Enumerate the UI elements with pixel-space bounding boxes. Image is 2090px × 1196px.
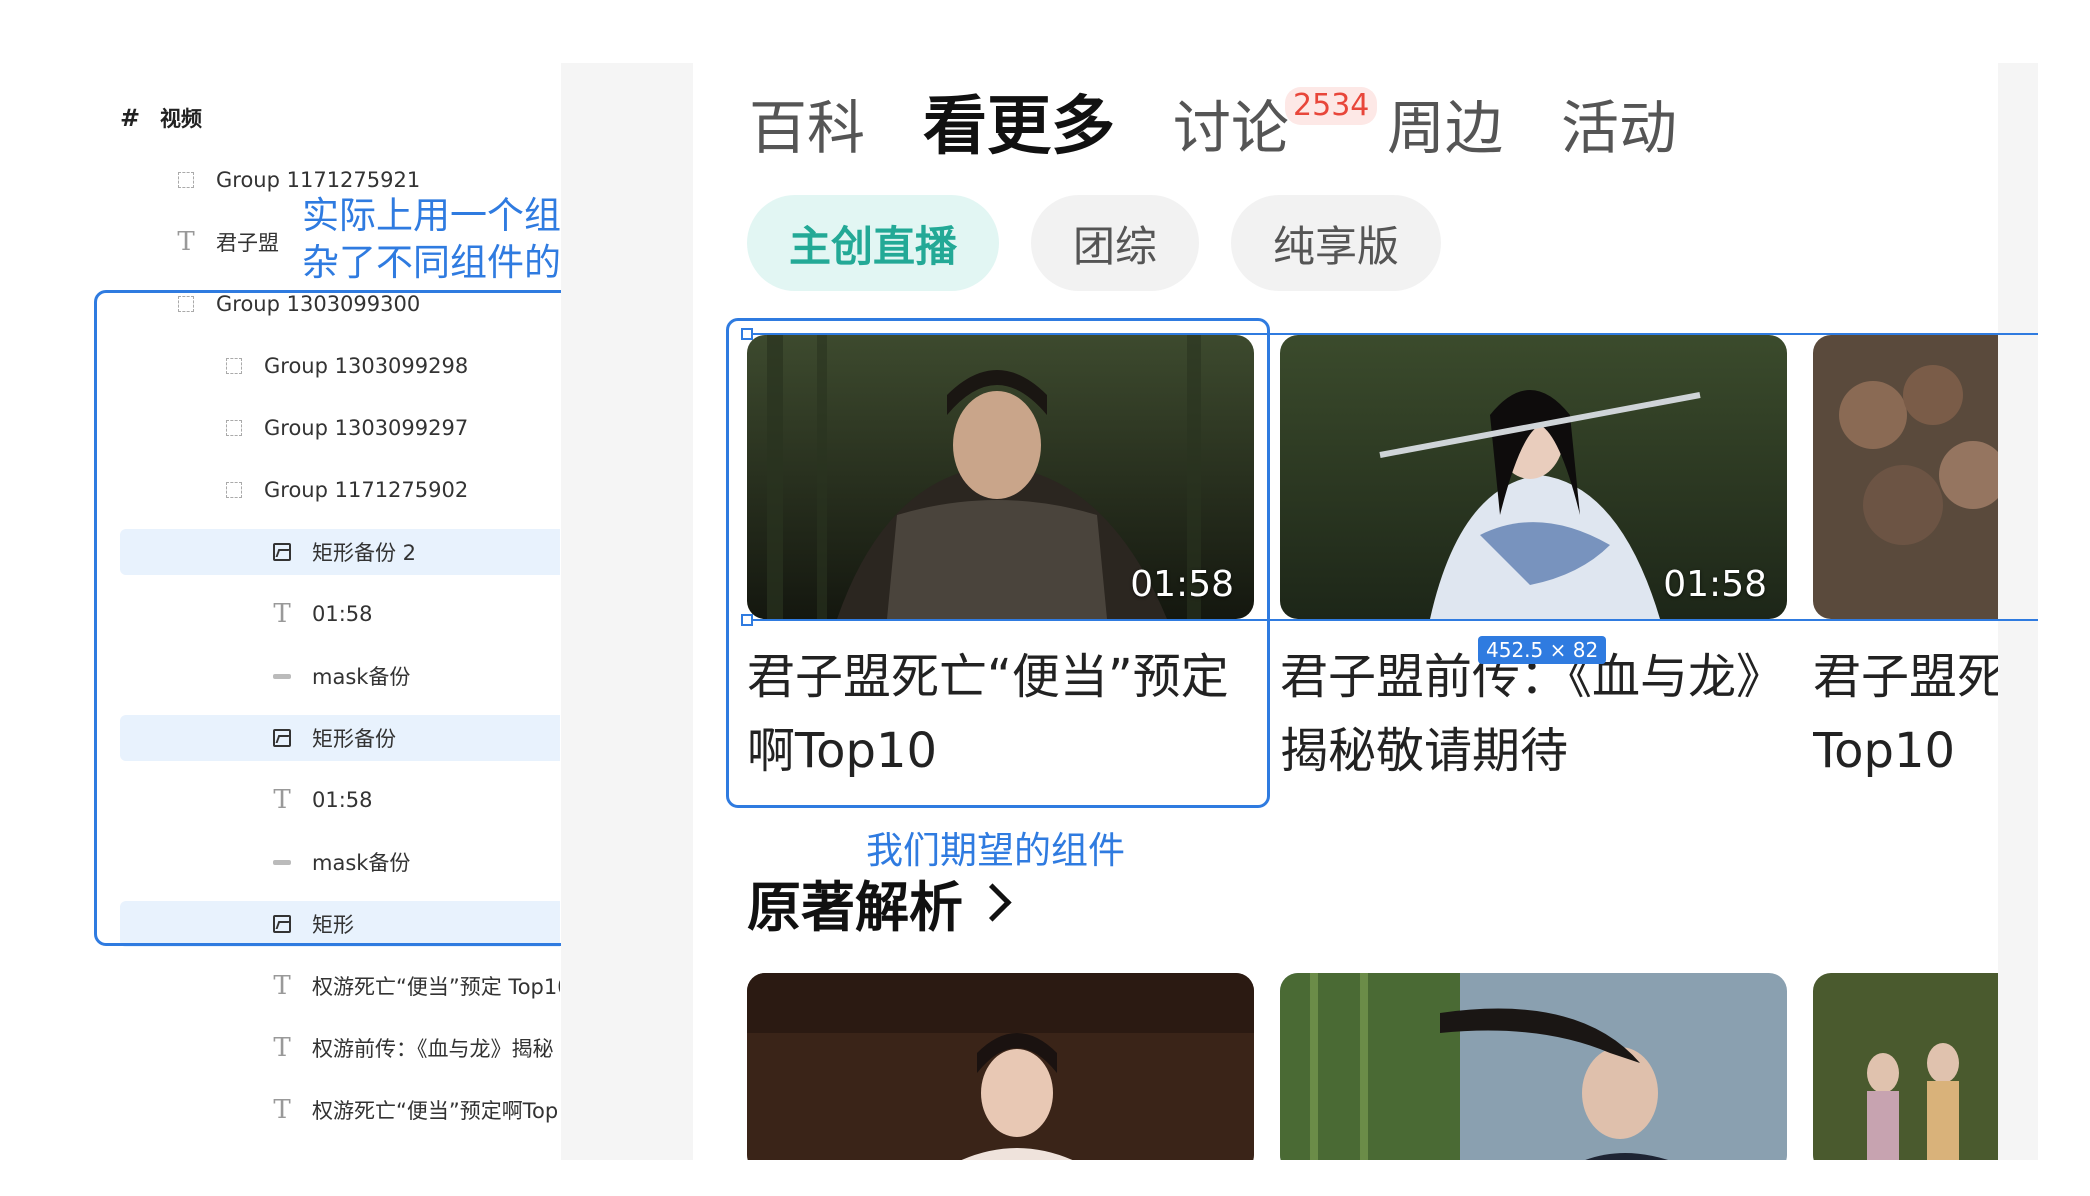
text-icon: T [273, 971, 291, 1001]
top-tabs: 百科 看更多 讨论 2534 周边 活动 [749, 75, 1735, 167]
chip-live[interactable]: 主创直播 [747, 195, 1000, 291]
tab-label: 百科 [749, 94, 866, 162]
layer-label: 权游死亡“便当”预定 Top10 [312, 975, 560, 999]
section-title-original-analysis[interactable]: 原著解析 [747, 863, 1012, 942]
chip-variety[interactable]: 团综 [1031, 195, 1200, 291]
count-badge: 2534 [1285, 87, 1378, 125]
tab-discussion[interactable]: 讨论 2534 [1173, 81, 1378, 165]
thumbnail-image [747, 973, 1254, 1160]
layer-frame-video[interactable]: # 视频 [120, 95, 560, 141]
chip-solo[interactable]: 纯享版 [1231, 195, 1442, 291]
video-thumbnail [1813, 973, 1998, 1160]
annotation-box-left [94, 290, 588, 946]
layer-label: 视频 [160, 107, 202, 131]
canvas-gap [561, 63, 693, 1160]
layer-item[interactable]: T 权游死亡“便当”预定 Top10 [120, 963, 560, 1009]
thumbnail-image [1280, 973, 1787, 1160]
text-icon: T [273, 1033, 291, 1063]
thumbnail-image [1813, 335, 1998, 619]
layer-item[interactable]: T 权游死亡“便当”预定啊Top [120, 1087, 560, 1133]
tab-merch[interactable]: 周边 [1387, 81, 1503, 165]
video-thumbnail [1813, 335, 1998, 619]
tab-label: 周边 [1387, 94, 1504, 162]
selection-size-badge: 452.5 × 82 [1478, 636, 1607, 664]
tab-label: 讨论 [1173, 94, 1290, 162]
video-title: 君子盟死亡“便当”预定Top10 [1813, 649, 1998, 779]
annotation-note-right: 我们期望的组件 [866, 829, 1125, 872]
tab-label: 看更多 [923, 90, 1116, 164]
tab-baike[interactable]: 百科 [749, 81, 865, 165]
text-icon: T [177, 227, 195, 257]
video-thumbnail [747, 973, 1254, 1160]
text-icon: T [273, 1095, 291, 1125]
annotation-box-right [726, 318, 1270, 808]
tab-more[interactable]: 看更多 [923, 75, 1115, 167]
video-thumbnail [1280, 973, 1787, 1160]
duration-label: 01:58 [1663, 564, 1767, 605]
thumbnail-image [1813, 973, 1998, 1160]
video-thumbnail: 01:58 [1280, 335, 1787, 619]
tab-events[interactable]: 活动 [1561, 81, 1677, 165]
layer-label: 君子盟 [216, 231, 279, 255]
layer-item[interactable]: T 权游前传：《血与龙》揭秘 [120, 1025, 560, 1071]
filter-chips: 主创直播 团综 纯享版 [747, 195, 1473, 291]
layer-label: 权游死亡“便当”预定啊Top [312, 1099, 559, 1123]
frame-icon: # [119, 104, 141, 132]
layer-label: 权游前传：《血与龙》揭秘 [312, 1037, 554, 1061]
layer-label: Group 1171275921 [216, 168, 421, 192]
tab-label: 活动 [1561, 94, 1678, 162]
section-title-text: 原著解析 [747, 876, 963, 939]
group-icon [176, 170, 196, 190]
chevron-right-icon [973, 883, 1012, 922]
canvas-edge [1998, 63, 2038, 1160]
